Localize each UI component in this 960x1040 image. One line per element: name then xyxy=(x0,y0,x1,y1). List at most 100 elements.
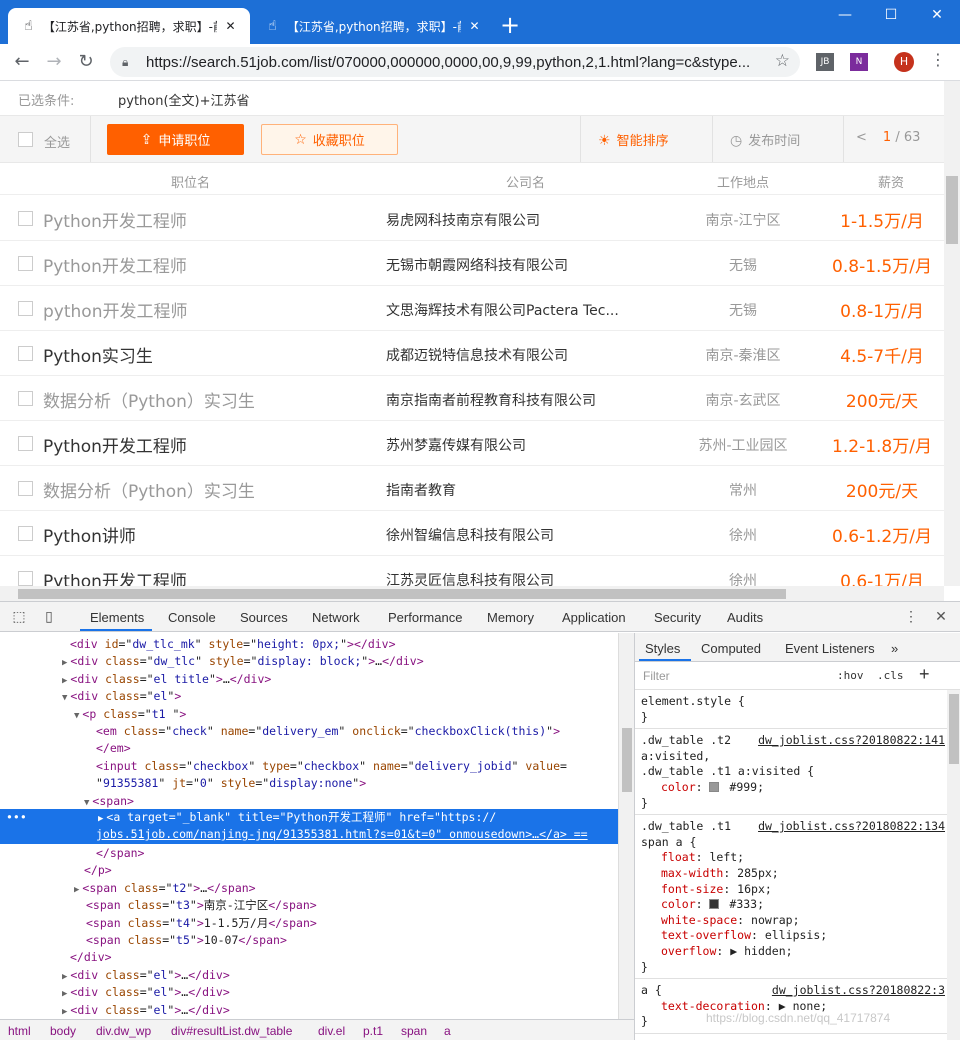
address-bar[interactable]: 🔒︎ https://search.51job.com/list/070000,… xyxy=(110,47,800,77)
table-row[interactable]: Python开发工程师 无锡市朝霞网络科技有限公司 无锡 0.8-1.5万/月 xyxy=(0,241,944,286)
select-all-checkbox[interactable] xyxy=(18,132,33,147)
page-vertical-scrollbar[interactable] xyxy=(944,81,960,586)
company-link[interactable]: 指南者教育 xyxy=(386,480,641,500)
breadcrumb-item[interactable]: html xyxy=(8,1024,31,1038)
table-row[interactable]: Python开发工程师 易虎网科技南京有限公司 南京-江宁区 1-1.5万/月 xyxy=(0,196,944,241)
table-row[interactable]: python开发工程师 文思海辉技术有限公司Pactera Tec... 无锡 0.8… xyxy=(0,286,944,331)
forward-arrow-icon[interactable]: → xyxy=(40,48,68,76)
tab-performance[interactable]: Performance xyxy=(388,610,462,625)
expand-triangle-icon[interactable]: ▼ xyxy=(84,798,89,808)
scroll-thumb[interactable] xyxy=(946,176,958,244)
job-title-link[interactable]: Python开发工程师 xyxy=(43,432,323,457)
dom-node[interactable]: ▼ <span> xyxy=(84,793,134,810)
company-link[interactable]: 苏州梦嘉传媒有限公司 xyxy=(386,435,641,455)
job-title-link[interactable]: Python讲师 xyxy=(43,522,323,547)
tab-network[interactable]: Network xyxy=(312,610,360,625)
tab-sources[interactable]: Sources xyxy=(240,610,288,625)
reload-icon[interactable]: ↻ xyxy=(72,48,100,76)
expand-triangle-icon[interactable]: ▶ xyxy=(62,658,67,668)
maximize-button[interactable]: ☐ xyxy=(868,0,914,32)
dom-node[interactable]: ▼ <p class="t1 "> xyxy=(74,706,186,723)
breadcrumb-item[interactable]: span xyxy=(401,1024,427,1038)
scroll-thumb[interactable] xyxy=(622,728,632,792)
url-text[interactable]: https://search.51job.com/list/070000,000… xyxy=(146,54,766,71)
row-checkbox[interactable] xyxy=(18,436,33,451)
tab-computed[interactable]: Computed xyxy=(701,641,761,656)
job-title-link[interactable]: Python开发工程师 xyxy=(43,207,323,232)
expand-triangle-icon[interactable]: ▶ xyxy=(62,989,67,999)
hover-state-toggle[interactable]: :hov xyxy=(837,669,864,682)
dom-node[interactable]: <span class="t4">1-1.5万/月</span> xyxy=(86,915,317,932)
table-row[interactable]: 数据分析（Python）实习生 南京指南者前程教育科技有限公司 南京-玄武区 200元… xyxy=(0,376,944,421)
styles-scrollbar[interactable] xyxy=(947,690,960,1040)
css-value[interactable]: left; xyxy=(703,850,744,864)
css-value[interactable]: 285px; xyxy=(730,866,779,880)
close-icon[interactable]: ✕ xyxy=(467,19,482,33)
devtools-menu-icon[interactable]: ⋮ xyxy=(902,608,920,626)
expand-triangle-icon[interactable]: ▶ xyxy=(62,972,67,982)
table-row[interactable]: Python讲师 徐州智编信息科技有限公司 徐州 0.6-1.2万/月 xyxy=(0,511,944,556)
css-value[interactable]: #999; xyxy=(722,780,764,794)
tab-styles[interactable]: Styles xyxy=(645,641,680,656)
css-value[interactable]: #333; xyxy=(722,897,764,911)
dom-node[interactable]: "91355381" jt="0" style="display:none"> xyxy=(96,775,366,792)
row-checkbox[interactable] xyxy=(18,391,33,406)
expand-triangle-icon[interactable]: ▶ xyxy=(62,1007,67,1017)
device-toolbar-icon[interactable]: ▯ xyxy=(40,608,58,626)
row-checkbox[interactable] xyxy=(18,211,33,226)
scroll-thumb[interactable] xyxy=(18,589,786,599)
expand-triangle-icon[interactable]: ▼ xyxy=(62,693,67,703)
color-swatch[interactable] xyxy=(709,899,720,910)
css-source-link[interactable]: dw_joblist.css?20180822:134 xyxy=(758,819,945,835)
row-checkbox[interactable] xyxy=(18,481,33,496)
back-arrow-icon[interactable]: ← xyxy=(8,48,36,76)
tab-elements[interactable]: Elements xyxy=(90,610,144,625)
apply-job-button[interactable]: ⇪ 申请职位 xyxy=(107,124,244,155)
dom-node[interactable]: ▶ <div class="el">…</div> xyxy=(62,1002,230,1019)
table-row[interactable]: 数据分析（Python）实习生 指南者教育 常州 200元/天 xyxy=(0,466,944,511)
tab-audits[interactable]: Audits xyxy=(727,610,763,625)
breadcrumb-item[interactable]: a xyxy=(444,1024,451,1038)
select-all-label[interactable]: 全选 xyxy=(44,132,70,151)
smart-sort-button[interactable]: ☀ 智能排序 xyxy=(598,130,669,149)
styles-filter-input[interactable]: Filter xyxy=(643,669,670,683)
dom-node[interactable]: ▶ <div class="el title">…</div> xyxy=(62,671,271,688)
extension-jb-icon[interactable]: JB xyxy=(816,53,834,71)
close-devtools-icon[interactable]: ✕ xyxy=(932,608,950,626)
css-source-link[interactable]: dw_joblist.css?20180822:141 xyxy=(758,733,945,749)
company-link[interactable]: 易虎网科技南京有限公司 xyxy=(386,210,641,230)
dom-node[interactable]: </em> xyxy=(96,740,131,757)
dom-node[interactable]: ▶ <div class="el">…</div> xyxy=(62,967,230,984)
tab-event-listeners[interactable]: Event Listeners xyxy=(785,641,875,656)
dom-node[interactable]: <div id="dw_tlc_mk" style="height: 0px;"… xyxy=(70,636,396,653)
breadcrumb-item[interactable]: div.dw_wp xyxy=(96,1024,151,1038)
breadcrumb-item[interactable]: div.el xyxy=(318,1024,345,1038)
new-tab-button[interactable]: + xyxy=(496,12,524,40)
dom-node[interactable]: ▼ <div class="el"> xyxy=(62,688,181,705)
dom-node[interactable]: ▶ <div class="el">…</div> xyxy=(62,984,230,1001)
job-title-link[interactable]: 数据分析（Python）实习生 xyxy=(43,387,323,412)
row-checkbox[interactable] xyxy=(18,256,33,271)
job-title-link[interactable]: python开发工程师 xyxy=(43,297,323,322)
tab-memory[interactable]: Memory xyxy=(487,610,534,625)
bookmark-star-icon[interactable]: ☆ xyxy=(775,51,790,71)
dom-node[interactable]: </span> xyxy=(96,845,144,862)
dom-node[interactable]: </p> xyxy=(84,862,112,879)
css-source-link[interactable]: dw_joblist.css?20180822:3 xyxy=(772,983,945,999)
dom-node[interactable]: <span class="t3">南京-江宁区</span> xyxy=(86,897,317,914)
company-link[interactable]: 文思海辉技术有限公司Pactera Tec... xyxy=(386,300,641,320)
css-value[interactable]: ▶ hidden; xyxy=(723,944,792,958)
expand-triangle-icon[interactable]: ▶ xyxy=(62,676,67,686)
browser-menu-icon[interactable]: ⋮ xyxy=(928,50,948,74)
company-link[interactable]: 无锡市朝霞网络科技有限公司 xyxy=(386,255,641,275)
job-title-link[interactable]: Python开发工程师 xyxy=(43,252,323,277)
dom-node[interactable]: ▶ <div class="dw_tlc" style="display: blo… xyxy=(62,653,424,670)
close-window-button[interactable]: ✕ xyxy=(914,0,960,32)
dom-node[interactable]: <input class="checkbox" type="checkbox" … xyxy=(96,758,567,775)
table-row[interactable]: Python开发工程师 苏州梦嘉传媒有限公司 苏州-工业园区 1.2-1.8万/月 xyxy=(0,421,944,466)
elements-scrollbar[interactable] xyxy=(618,633,634,1019)
job-title-link[interactable]: Python实习生 xyxy=(43,342,323,367)
tab-application[interactable]: Application xyxy=(562,610,626,625)
class-toggle[interactable]: .cls xyxy=(877,669,904,682)
breadcrumb-item[interactable]: p.t1 xyxy=(363,1024,383,1038)
